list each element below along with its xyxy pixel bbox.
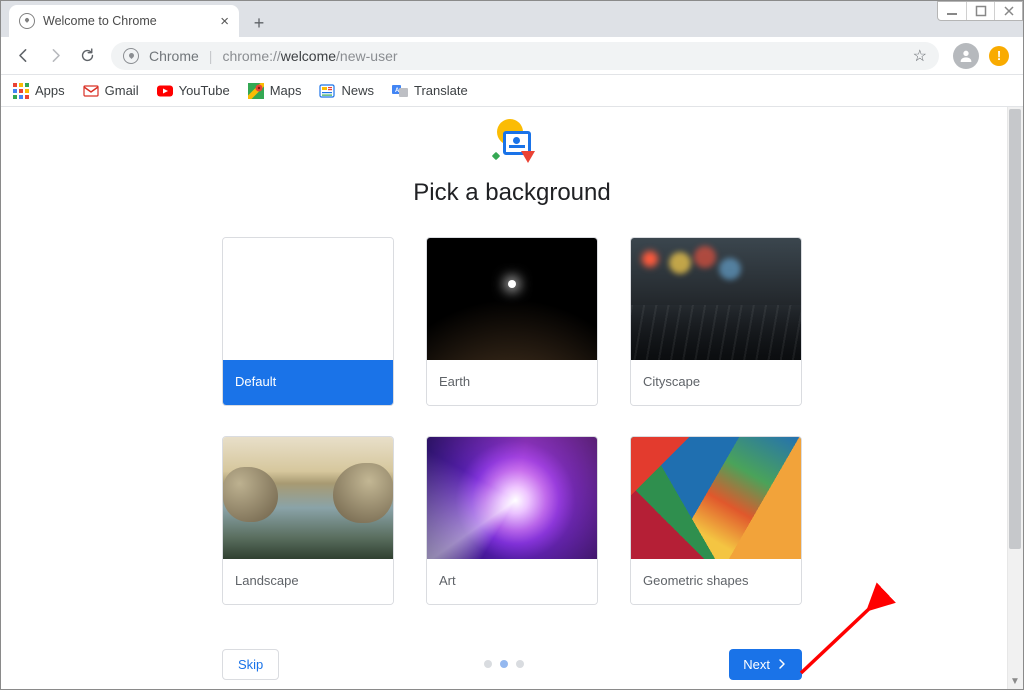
gmail-icon (83, 83, 99, 99)
profile-avatar-button[interactable] (953, 43, 979, 69)
card-label: Cityscape (631, 360, 801, 405)
background-option-geometric[interactable]: Geometric shapes (630, 436, 802, 605)
thumbnail-default (223, 238, 393, 360)
card-label: Landscape (223, 559, 393, 604)
card-label: Art (427, 559, 597, 604)
page-title: Pick a background (1, 179, 1023, 207)
tab-title: Welcome to Chrome (43, 14, 157, 28)
page-viewport: ▲ ▼ Pick a background Default Earth (1, 107, 1023, 689)
bookmark-youtube[interactable]: YouTube (157, 83, 230, 99)
address-bar[interactable]: Chrome | chrome://welcome/new-user ☆ (111, 42, 939, 70)
scroll-down-arrow-icon[interactable]: ▼ (1007, 673, 1023, 689)
new-tab-button[interactable]: + (245, 9, 273, 37)
tab-close-button[interactable]: × (220, 14, 229, 29)
browser-tab[interactable]: Welcome to Chrome × (9, 5, 239, 37)
bookmark-translate[interactable]: A Translate (392, 83, 468, 99)
skip-button[interactable]: Skip (222, 649, 279, 680)
bookmark-label: Translate (414, 83, 468, 98)
bookmark-label: Apps (35, 83, 65, 98)
news-icon (319, 83, 335, 99)
window-minimize-button[interactable] (938, 2, 966, 20)
bookmark-news[interactable]: News (319, 83, 374, 99)
omnibox-separator: | (209, 48, 213, 64)
thumbnail-cityscape (631, 238, 801, 360)
site-info-icon[interactable] (123, 48, 139, 64)
back-button[interactable] (9, 42, 37, 70)
bookmark-label: Gmail (105, 83, 139, 98)
step-dot (516, 660, 524, 668)
translate-icon: A (392, 83, 408, 99)
window-close-button[interactable] (994, 2, 1022, 20)
footer-actions: Skip Next (222, 645, 802, 687)
reload-button[interactable] (73, 42, 101, 70)
card-label: Geometric shapes (631, 559, 801, 604)
welcome-content: Pick a background Default Earth Cityscap… (1, 107, 1023, 687)
background-option-default[interactable]: Default (222, 237, 394, 406)
bookmark-label: YouTube (179, 83, 230, 98)
card-label: Default (223, 360, 393, 405)
thumbnail-geometric (631, 437, 801, 559)
bookmark-gmail[interactable]: Gmail (83, 83, 139, 99)
tab-strip: Welcome to Chrome × + (1, 1, 1023, 37)
bookmarks-bar: Apps Gmail YouTube Maps News A Translate (1, 75, 1023, 107)
bookmark-apps[interactable]: Apps (13, 83, 65, 99)
youtube-icon (157, 83, 173, 99)
background-option-earth[interactable]: Earth (426, 237, 598, 406)
background-grid: Default Earth Cityscape Landscape Art (1, 237, 1023, 645)
bookmark-maps[interactable]: Maps (248, 83, 302, 99)
bookmark-label: News (341, 83, 374, 98)
card-label: Earth (427, 360, 597, 405)
apps-grid-icon (13, 83, 29, 99)
scrollbar-thumb[interactable] (1009, 109, 1021, 549)
vertical-scrollbar[interactable]: ▲ ▼ (1007, 107, 1023, 689)
window-controls (937, 1, 1023, 21)
globe-icon (19, 13, 35, 29)
background-option-landscape[interactable]: Landscape (222, 436, 394, 605)
bookmark-star-icon[interactable]: ☆ (913, 46, 927, 66)
chevron-right-icon (776, 658, 788, 670)
bookmark-label: Maps (270, 83, 302, 98)
step-dot-active (500, 660, 508, 668)
next-button[interactable]: Next (729, 649, 802, 680)
background-option-art[interactable]: Art (426, 436, 598, 605)
thumbnail-landscape (223, 437, 393, 559)
background-option-cityscape[interactable]: Cityscape (630, 237, 802, 406)
step-indicator (484, 660, 524, 668)
forward-button[interactable] (41, 42, 69, 70)
thumbnail-art (427, 437, 597, 559)
thumbnail-earth (427, 238, 597, 360)
maps-icon (248, 83, 264, 99)
svg-text:A: A (395, 88, 400, 94)
update-alert-badge[interactable]: ! (989, 46, 1009, 66)
background-hero-icon (489, 119, 535, 165)
omnibox-scheme-label: Chrome (149, 48, 199, 64)
next-button-label: Next (743, 657, 770, 672)
omnibox-url: chrome://welcome/new-user (222, 48, 397, 64)
browser-toolbar: Chrome | chrome://welcome/new-user ☆ ! (1, 37, 1023, 75)
step-dot (484, 660, 492, 668)
window-maximize-button[interactable] (966, 2, 994, 20)
